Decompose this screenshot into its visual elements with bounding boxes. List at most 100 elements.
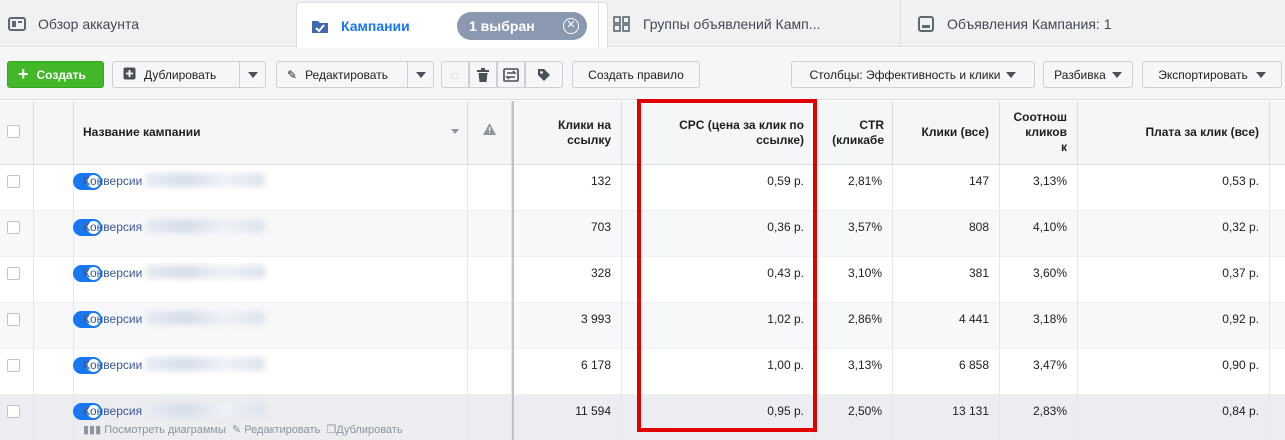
- cell-cost-per-click: 0,90 р.: [1078, 349, 1270, 395]
- header-label: Соотнош кликов к: [1013, 110, 1067, 154]
- table-row[interactable]: Конверсии 6 178 1,00 р. 3,13% 6 858 3,47% 0,90…: [0, 349, 1285, 395]
- row-actions: ▮▮▮ Посмотреть диаграммы ✎ Редактировать…: [83, 423, 403, 436]
- header-cpc[interactable]: CPC (цена за клик по ссылке): [622, 101, 815, 165]
- tag-icon: [538, 68, 550, 81]
- tab-bar: Обзор аккаунта Кампании 1 выбран ✕ Групп…: [0, 0, 1285, 48]
- pencil-icon: ✎: [287, 67, 298, 82]
- cell-cost-per-click: 0,32 р.: [1078, 211, 1270, 257]
- cell-select: [0, 165, 34, 211]
- cell-ctr: 3,10%: [815, 257, 893, 303]
- campaign-name-link[interactable]: Конверсия: [83, 220, 142, 234]
- columns-dropdown[interactable]: Столбцы: Эффективность и клики: [791, 61, 1035, 88]
- selected-count-badge[interactable]: 1 выбран ✕: [457, 12, 587, 40]
- cell-value: 0,92 р.: [1222, 312, 1259, 326]
- header-link-clicks[interactable]: Клики на ссылку: [512, 101, 622, 165]
- cell-value: 328: [590, 266, 611, 280]
- cell-clicks-all: 381: [893, 257, 1000, 303]
- cell-clicks-all: 13 131: [893, 395, 1000, 440]
- close-icon[interactable]: ✕: [563, 18, 579, 34]
- cell-value: 3,18%: [1032, 312, 1067, 326]
- tab-campaigns[interactable]: Кампании 1 выбран ✕: [296, 2, 608, 48]
- duplicate-button[interactable]: Дублировать: [112, 61, 240, 88]
- cell-link-clicks: 328: [512, 257, 622, 303]
- redacted-name: [145, 173, 265, 187]
- cell-value: 0,37 р.: [1222, 266, 1259, 280]
- cell-campaign-name: Конверсия: [74, 211, 468, 257]
- breakdown-dropdown[interactable]: Разбивка: [1043, 61, 1133, 88]
- cell-value: 147: [968, 174, 989, 188]
- edit-link[interactable]: Редактировать: [244, 424, 320, 436]
- row-checkbox[interactable]: [7, 267, 20, 280]
- cell-toggle: [34, 211, 102, 257]
- campaign-name-link[interactable]: Конверсии: [83, 266, 142, 280]
- cell-value: 0,84 р.: [1222, 404, 1259, 418]
- cell-value: 1,00 р.: [767, 358, 804, 372]
- cell-value: 2,81%: [847, 174, 882, 188]
- tags-button[interactable]: [525, 61, 563, 88]
- cell-clicks-all: 147: [893, 165, 1000, 211]
- cell-value: 2,86%: [847, 312, 882, 326]
- cell-toggle: [34, 257, 102, 303]
- grid-icon: [613, 15, 631, 32]
- table-row[interactable]: Конверсии 328 0,43 р. 3,10% 381 3,60% 0,37 р.: [0, 257, 1285, 303]
- cell-value: 3,13%: [847, 358, 882, 372]
- cell-click-ratio: 2,83%: [1000, 395, 1078, 440]
- cell-link-clicks: 11 594: [512, 395, 622, 440]
- header-delivery-warning[interactable]: [468, 101, 512, 165]
- header-label: Клики (все): [921, 125, 989, 139]
- table-row[interactable]: Конверсия ▮▮▮ Посмотреть диаграммы ✎ Реда…: [0, 395, 1285, 440]
- table-row[interactable]: Конверсия 703 0,36 р. 3,57% 808 4,10% 0,32 р.: [0, 211, 1285, 257]
- export-dropdown[interactable]: Экспортировать: [1142, 61, 1282, 88]
- cell-cpc: 1,00 р.: [622, 349, 815, 395]
- tab-account-overview[interactable]: Обзор аккаунта: [8, 0, 288, 47]
- cell-link-clicks: 6 178: [512, 349, 622, 395]
- duplicate-icon: ❐: [326, 424, 337, 436]
- ab-test-button[interactable]: [497, 61, 525, 88]
- ab-test-icon: [503, 67, 519, 82]
- row-checkbox[interactable]: [7, 405, 20, 418]
- cell-click-ratio: 3,60%: [1000, 257, 1078, 303]
- badge-label: 1 выбран: [469, 18, 535, 34]
- edit-dropdown[interactable]: [408, 61, 434, 88]
- table-row[interactable]: Конверсии 3 993 1,02 р. 2,86% 4 441 3,18% 0,92…: [0, 303, 1285, 349]
- campaign-name-link[interactable]: Конверсии: [83, 174, 142, 188]
- cell-toggle: [34, 165, 102, 211]
- row-checkbox[interactable]: [7, 359, 20, 372]
- campaign-name-link[interactable]: Конверсии: [83, 358, 142, 372]
- header-click-ratio[interactable]: Соотнош кликов к: [1000, 101, 1078, 165]
- edit-button[interactable]: ✎ Редактировать: [276, 61, 408, 88]
- header-clicks-all[interactable]: Клики (все): [893, 101, 1000, 165]
- header-ctr[interactable]: CTR (кликабе: [815, 101, 893, 165]
- delete-button[interactable]: [469, 61, 497, 88]
- duplicate-link[interactable]: Дублировать: [336, 424, 402, 436]
- tab-ads[interactable]: Объявления Кампания: 1: [900, 0, 1220, 47]
- cell-toggle: [34, 349, 102, 395]
- duplicate-icon: [123, 67, 136, 83]
- header-campaign-name[interactable]: Название кампании: [74, 101, 468, 165]
- plus-icon: +: [18, 64, 29, 84]
- duplicate-dropdown[interactable]: [240, 61, 266, 88]
- cell-cost-per-click: 0,92 р.: [1078, 303, 1270, 349]
- row-checkbox[interactable]: [7, 221, 20, 234]
- create-rule-button[interactable]: Создать правило: [572, 61, 700, 88]
- tab-label: Обзор аккаунта: [38, 15, 140, 32]
- create-button[interactable]: + Создать: [7, 61, 104, 88]
- view-charts-link[interactable]: Посмотреть диаграммы: [104, 424, 226, 436]
- campaign-name-link[interactable]: Конверсия: [83, 404, 142, 418]
- cell-cpc: 0,59 р.: [622, 165, 815, 211]
- toggle-status-button[interactable]: ◌: [441, 61, 469, 88]
- cell-delivery: [468, 211, 512, 257]
- tab-ad-sets[interactable]: Группы объявлений Камп...: [598, 0, 898, 47]
- cell-value: 13 131: [952, 404, 989, 418]
- row-checkbox[interactable]: [7, 313, 20, 326]
- table-header: Название кампании Клики на ссылку CPC (це…: [0, 101, 1285, 165]
- cell-value: 3,60%: [1032, 266, 1067, 280]
- campaign-name-link[interactable]: Конверсии: [83, 312, 142, 326]
- row-checkbox[interactable]: [7, 175, 20, 188]
- chevron-down-icon: [1006, 71, 1017, 78]
- select-all-checkbox[interactable]: [7, 125, 20, 138]
- table-row[interactable]: Конверсии 132 0,59 р. 2,81% 147 3,13% 0,53 р.: [0, 165, 1285, 211]
- header-cost-per-click[interactable]: Плата за клик (все): [1078, 101, 1270, 165]
- sort-icon[interactable]: [451, 129, 459, 134]
- header-label: Название кампании: [83, 125, 201, 139]
